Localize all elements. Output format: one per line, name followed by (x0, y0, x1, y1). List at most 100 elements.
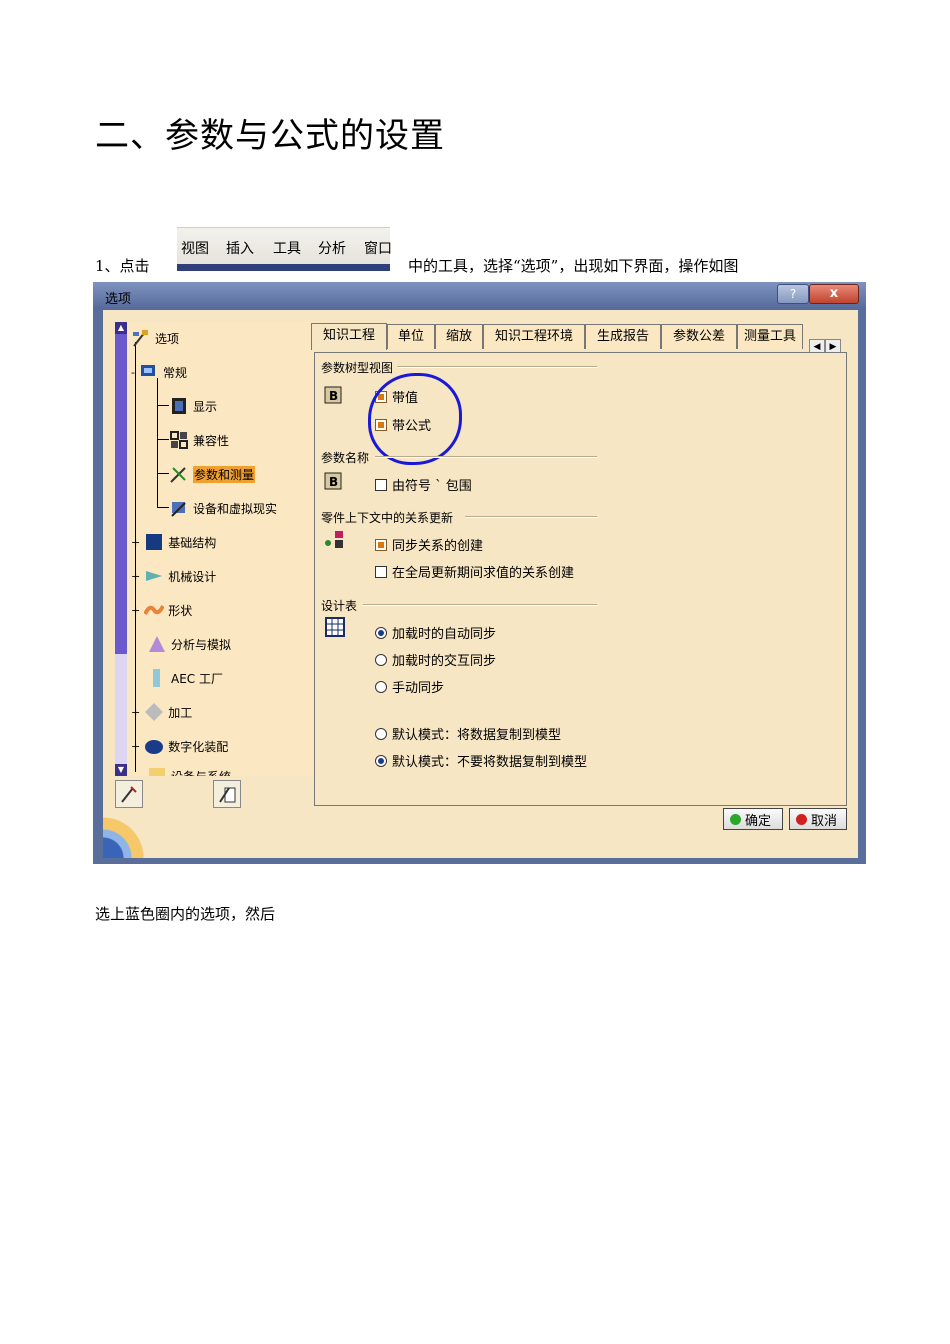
tab-tolerances[interactable]: 参数公差 (661, 324, 737, 349)
checkbox-symbol-quote[interactable]: 由符号 ` 包围 (375, 475, 472, 494)
tab-measure-tools[interactable]: 测量工具 (737, 324, 803, 349)
help-button[interactable]: ? (777, 284, 809, 304)
tree-item-infrastructure[interactable]: + 基础结构 (131, 532, 216, 552)
dialog-title: 选项 (105, 292, 132, 307)
tab-knowledgeware[interactable]: 知识工程 (311, 323, 387, 350)
devices-vr-icon (169, 498, 189, 518)
expand-icon[interactable]: + (131, 740, 140, 753)
menu-bar-image: 视图 插入 工具 分析 窗口 (177, 227, 392, 271)
ok-button[interactable]: 确定 (723, 808, 783, 830)
checkbox-unchecked[interactable] (375, 565, 387, 578)
section-title-param-name: 参数名称 (321, 451, 370, 465)
tree-line (157, 473, 169, 474)
tab-report[interactable]: 生成报告 (585, 324, 661, 349)
expand-icon[interactable]: + (131, 706, 140, 719)
tree-item-machining[interactable]: + 加工 (131, 702, 192, 722)
section-rule (465, 516, 597, 518)
digital-mockup-icon (144, 736, 164, 756)
menu-view: 视图 (181, 241, 209, 257)
close-button[interactable]: x (809, 284, 859, 304)
cancel-icon (796, 813, 807, 825)
tree-line (157, 405, 169, 406)
mechanical-icon (144, 566, 164, 586)
checkbox-global-update[interactable]: 在全局更新期间求值的关系创建 (375, 562, 574, 581)
radio-auto-sync[interactable]: 加载时的自动同步 (375, 623, 496, 642)
expand-icon[interactable]: + (131, 536, 140, 549)
tree-item-aec[interactable]: AEC 工厂 (147, 668, 223, 688)
footer-note: 选上蓝色圈内的选项，然后 (95, 905, 276, 923)
tree-label: 加工 (168, 705, 193, 720)
tree-item-display[interactable]: 显示 (169, 396, 217, 416)
design-table-icon (325, 617, 345, 637)
tree-item-params[interactable]: 参数和测量 (169, 464, 256, 484)
radio-copy-data[interactable]: 默认模式：将数据复制到模型 (375, 724, 561, 743)
tree-root-options[interactable]: 选项 (131, 328, 179, 348)
tree-root-label: 选项 (155, 331, 180, 346)
section-title-tree-view: 参数树型视图 (321, 361, 394, 375)
radio-no-copy-data[interactable]: 默认模式：不要将数据复制到模型 (375, 751, 587, 770)
tree-scrollbar[interactable]: ▲ ▼ (115, 322, 127, 776)
annotation-circle (368, 373, 462, 465)
tree-label: 设备与系统 (171, 768, 231, 777)
option-label: 默认模式：将数据复制到模型 (392, 728, 562, 743)
ok-icon (730, 813, 741, 825)
tab-knowledge-env[interactable]: 知识工程环境 (483, 324, 585, 349)
tree-item-general[interactable]: - 常规 (131, 362, 187, 382)
cancel-label: 取消 (811, 813, 838, 829)
aec-plant-icon (147, 668, 167, 688)
option-label: 手动同步 (392, 681, 445, 696)
section-title-relations: 零件上下文中的关系更新 (321, 511, 454, 525)
tab-units[interactable]: 单位 (387, 324, 435, 349)
tree-item-equipment[interactable]: 设备与系统 (147, 766, 231, 776)
options-root-icon (131, 328, 151, 348)
options-tree: ▲ ▼ 选项 - 常规 显示 兼容性 参数和测量 设备和虚拟现实 + 基础结构 … (115, 322, 315, 776)
radio-unselected[interactable] (375, 680, 387, 693)
tree-label: AEC 工厂 (171, 671, 223, 686)
tree-item-shape[interactable]: + 形状 (131, 600, 192, 620)
radio-interactive-sync[interactable]: 加载时的交互同步 (375, 650, 496, 669)
scroll-down-icon[interactable]: ▼ (115, 764, 127, 776)
checkbox-checked[interactable] (375, 538, 387, 551)
menu-insert: 插入 (226, 241, 254, 257)
tab-panel: 参数树型视图 B 带值 带公式 参数名称 B 由符号 ` 包围 零件上下文中的关… (314, 352, 847, 806)
checkbox-unchecked[interactable] (375, 478, 387, 491)
radio-manual-sync[interactable]: 手动同步 (375, 677, 444, 696)
tree-view-icon: B (324, 386, 342, 404)
ok-label: 确定 (745, 813, 772, 829)
tree-item-compat[interactable]: 兼容性 (169, 430, 229, 450)
section-rule (363, 604, 597, 606)
export-options-button[interactable] (213, 780, 241, 808)
dialog-client-area: ▲ ▼ 选项 - 常规 显示 兼容性 参数和测量 设备和虚拟现实 + 基础结构 … (103, 310, 858, 858)
scroll-thumb[interactable] (115, 334, 127, 654)
infrastructure-icon (144, 532, 164, 552)
option-label: 默认模式：不要将数据复制到模型 (392, 755, 588, 770)
menu-analysis: 分析 (318, 241, 346, 257)
tree-label: 分析与模拟 (171, 637, 232, 652)
reset-options-button[interactable] (115, 780, 143, 808)
tree-label: 设备和虚拟现实 (193, 501, 278, 516)
tree-item-devices[interactable]: 设备和虚拟现实 (169, 498, 277, 518)
tab-scale[interactable]: 缩放 (435, 324, 483, 349)
radio-selected[interactable] (375, 626, 387, 639)
tree-label: 基础结构 (168, 535, 217, 550)
radio-selected[interactable] (375, 754, 387, 767)
svg-text:B: B (329, 475, 338, 489)
section-rule (397, 366, 597, 368)
scroll-up-icon[interactable]: ▲ (115, 322, 127, 334)
collapse-icon[interactable]: - (131, 366, 135, 379)
expand-icon[interactable]: + (131, 570, 140, 583)
display-icon (169, 396, 189, 416)
radio-unselected[interactable] (375, 727, 387, 740)
radio-unselected[interactable] (375, 653, 387, 666)
dialog-titlebar[interactable]: 选项 ? x (93, 282, 866, 310)
tree-item-mechanical[interactable]: + 机械设计 (131, 566, 216, 586)
cancel-button[interactable]: 取消 (789, 808, 847, 830)
tree-item-dmu[interactable]: + 数字化装配 (131, 736, 228, 756)
options-dialog: 选项 ? x ▲ ▼ 选项 - 常规 显示 兼容性 参数和测量 设备和虚拟现实 … (93, 282, 866, 864)
step-text-suffix: 中的工具，选择“选项”，出现如下界面，操作如图 (408, 257, 739, 275)
tree-item-analysis[interactable]: 分析与模拟 (147, 634, 231, 654)
svg-text:B: B (329, 389, 338, 403)
checkbox-sync-relations[interactable]: 同步关系的创建 (375, 535, 483, 554)
expand-icon[interactable]: + (131, 604, 140, 617)
tree-label: 兼容性 (193, 433, 230, 448)
